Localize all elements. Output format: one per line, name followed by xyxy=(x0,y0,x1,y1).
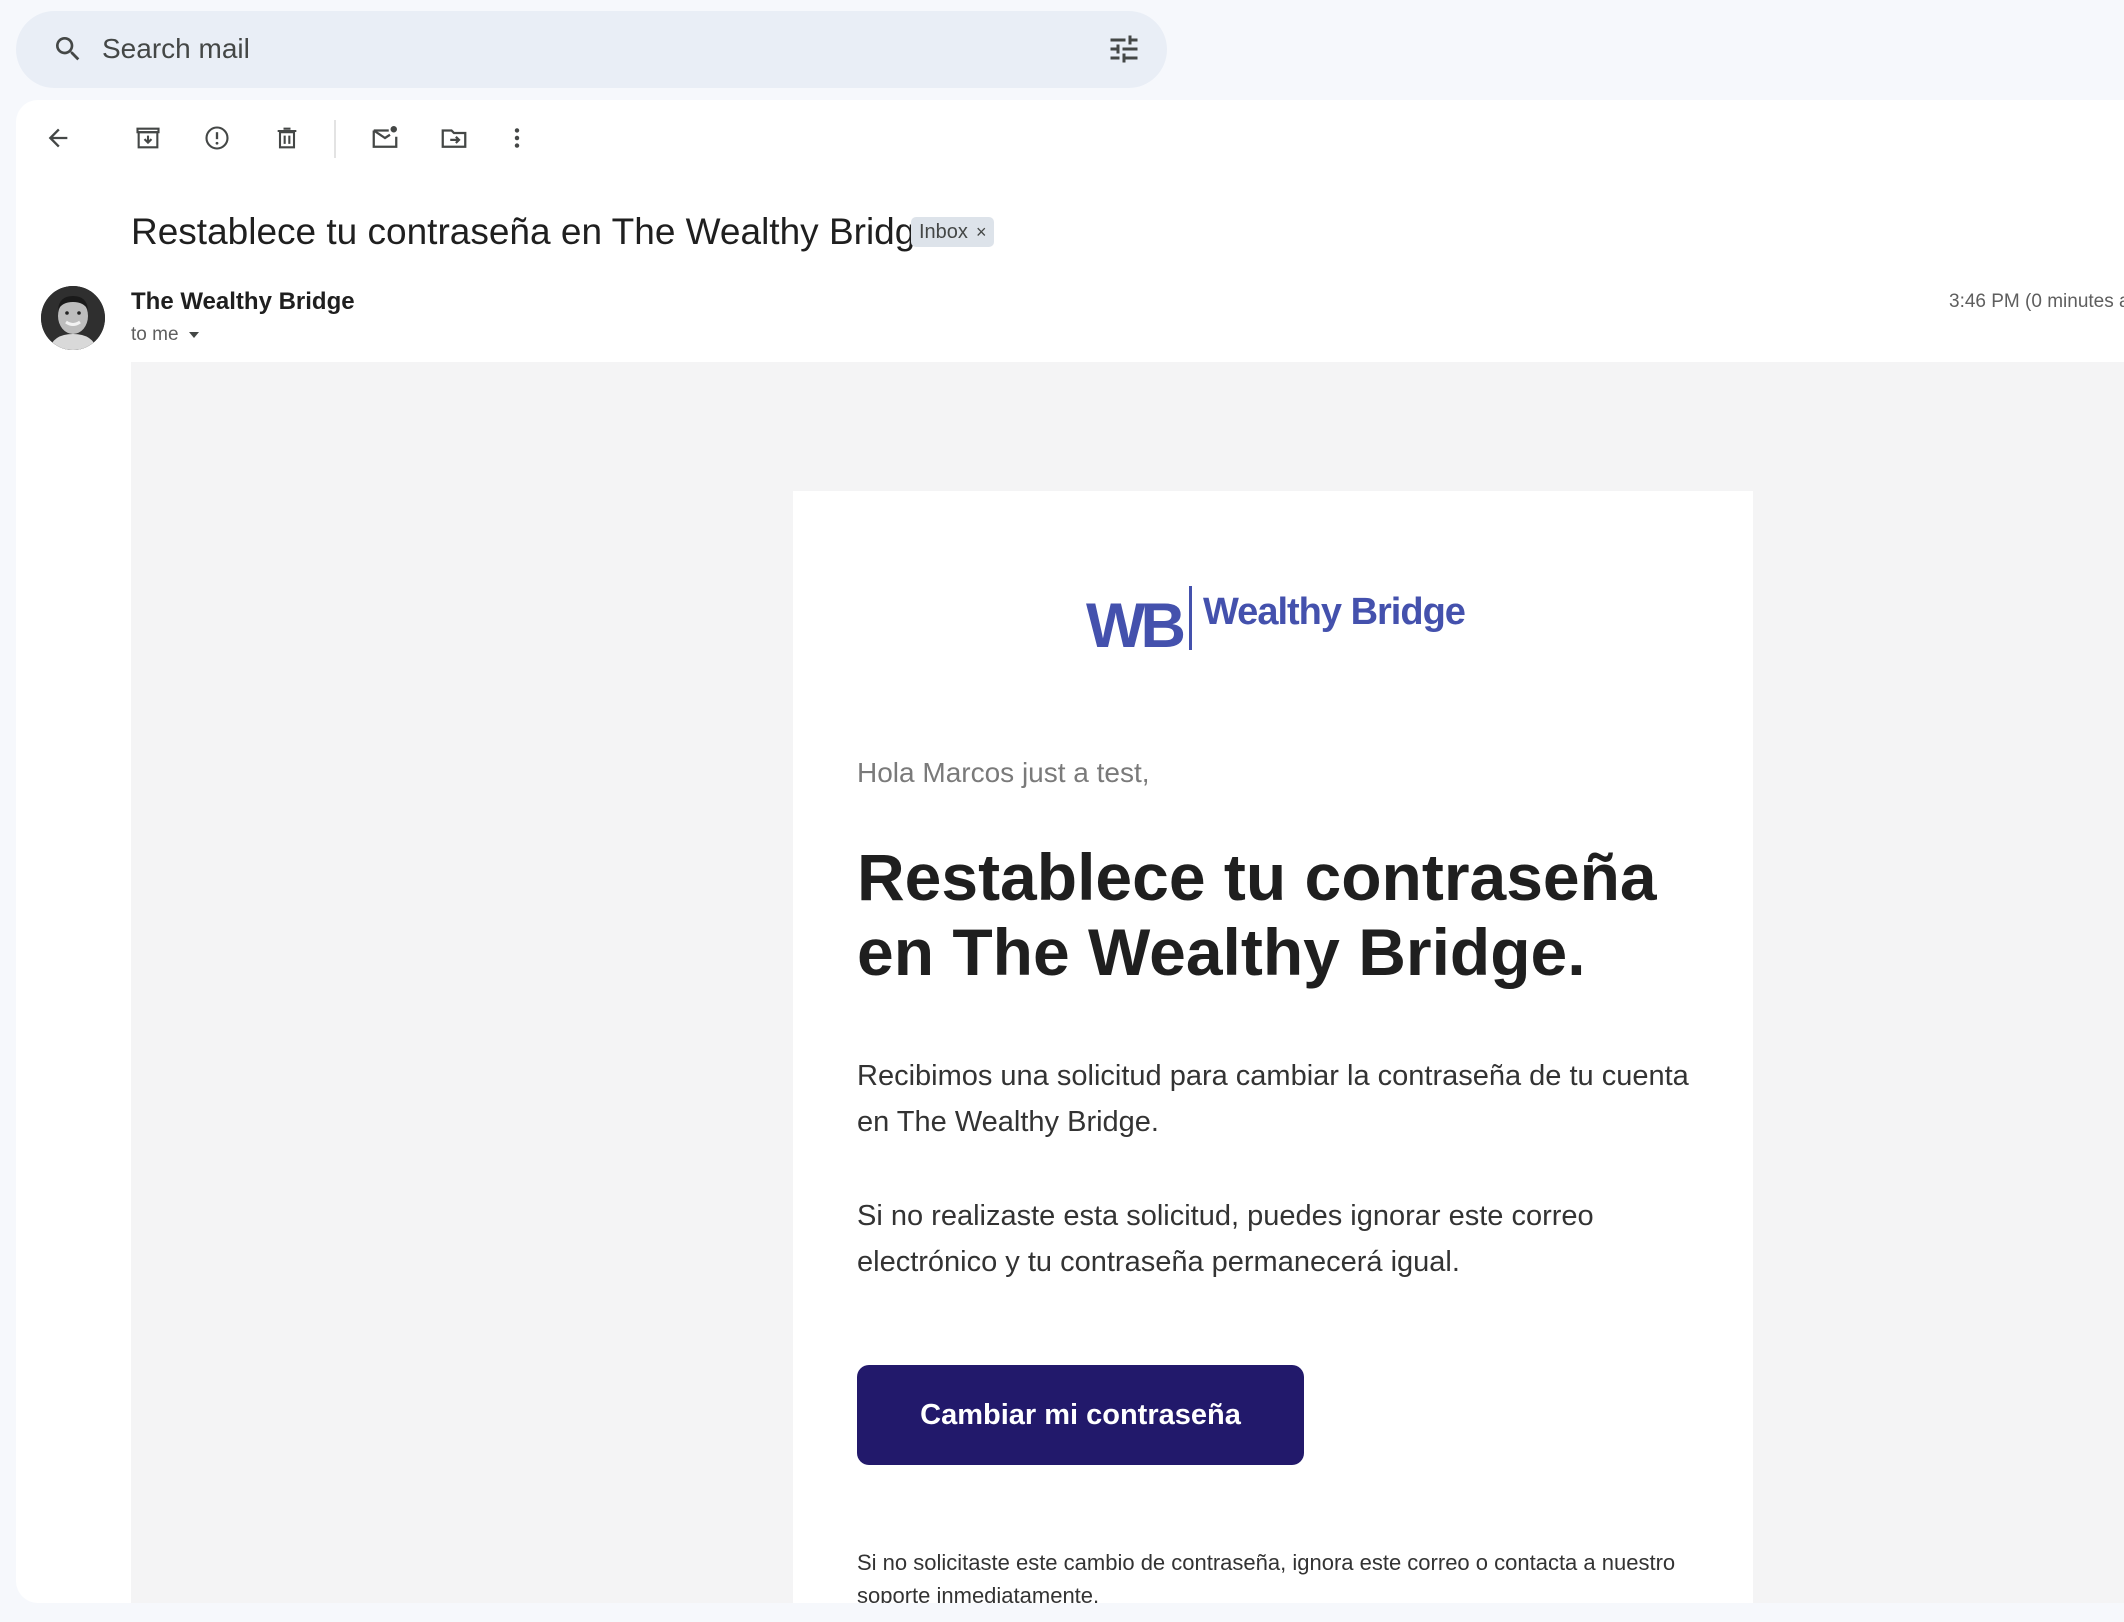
message-paragraph-1: Recibimos una solicitud para cambiar la … xyxy=(857,1060,1689,1138)
recipient-text: to me xyxy=(131,324,179,345)
search-input[interactable]: Search mail xyxy=(102,31,250,67)
label-text: Inbox xyxy=(919,221,968,243)
avatar[interactable] xyxy=(41,286,105,350)
wealthy-bridge-logo: WB Wealthy Bridge xyxy=(1083,586,1466,661)
logo-name: Wealthy Bridge xyxy=(1203,591,1466,633)
inbox-label-chip: Inbox × xyxy=(911,217,995,247)
tune-icon[interactable] xyxy=(1106,31,1142,67)
logo-initials: WB xyxy=(1086,591,1186,661)
recipient-details[interactable]: to me xyxy=(131,322,201,348)
move-to-icon[interactable] xyxy=(436,120,472,156)
sender-name[interactable]: The Wealthy Bridge xyxy=(131,287,355,317)
email-timestamp: 3:46 PM (0 minutes ago) xyxy=(1949,291,2124,312)
mark-unread-icon[interactable] xyxy=(367,120,403,156)
report-spam-icon[interactable] xyxy=(199,120,235,156)
remove-label-button[interactable]: × xyxy=(976,222,987,242)
message-paragraph-2: Si no realizaste esta solicitud, puedes … xyxy=(857,1200,1594,1278)
greeting: Hola Marcos just a test, xyxy=(857,757,1150,788)
toolbar-divider xyxy=(334,120,336,158)
arrow-back-icon[interactable] xyxy=(40,120,76,156)
email-subject: Restablece tu contraseña en The Wealthy … xyxy=(131,211,936,252)
delete-icon[interactable] xyxy=(269,120,305,156)
change-password-button[interactable]: Cambiar mi contraseña xyxy=(857,1365,1304,1465)
search-bar[interactable]: Search mail xyxy=(16,11,1167,88)
archive-icon[interactable] xyxy=(130,120,166,156)
caret-down-icon[interactable] xyxy=(187,330,201,340)
search-icon[interactable] xyxy=(52,33,84,65)
viewport-bottom-edge xyxy=(0,1603,2124,1622)
message-headline: Restablece tu contraseña en The Wealthy … xyxy=(857,840,1657,989)
more-vert-icon[interactable] xyxy=(499,120,535,156)
logo-divider xyxy=(1189,586,1192,650)
